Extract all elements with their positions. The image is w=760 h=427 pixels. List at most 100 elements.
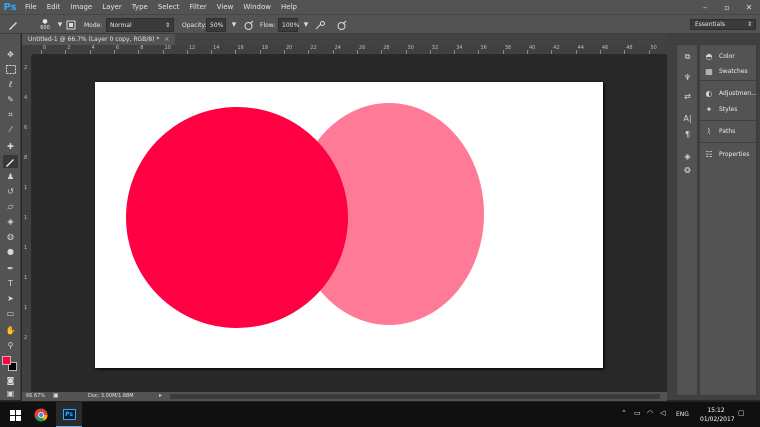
menu-image[interactable]: Image (65, 0, 97, 14)
path-selection-tool-icon[interactable]: ➤ (3, 292, 18, 305)
adjustments-panel-label: Adjustmen... (719, 89, 757, 97)
chrome-taskbar-button[interactable] (28, 402, 54, 427)
adjustments-panel-button[interactable]: ◐ Adjustmen... (703, 87, 757, 99)
color-panel-button[interactable]: ◓ Color (703, 50, 735, 62)
properties-panel-button[interactable]: ☷ Properties (703, 148, 749, 160)
opacity-input[interactable]: 50% (206, 18, 226, 32)
paragraph-panel-icon[interactable]: ¶ (681, 129, 694, 140)
blur-tool-icon[interactable]: ◍ (3, 230, 18, 243)
toggle-brush-panel-icon[interactable] (64, 18, 78, 32)
close-window-button[interactable]: ✕ (738, 0, 760, 14)
zoom-tool-icon[interactable]: ⚲ (3, 339, 18, 352)
ruler-tick (575, 50, 577, 54)
document-work-area[interactable] (32, 55, 667, 392)
eyedropper-tool-icon[interactable]: ⁄ (3, 123, 18, 136)
ruler-origin[interactable] (22, 45, 32, 55)
move-tool-icon[interactable]: ✥ (3, 48, 18, 61)
brush-tool-preset-icon[interactable] (6, 18, 20, 32)
language-indicator[interactable]: ENG (676, 411, 689, 418)
swatches-panel-icon: ▦ (705, 66, 713, 76)
styles-panel-button[interactable]: ✦ Styles (703, 103, 738, 115)
eraser-tool-icon[interactable]: ▱ (3, 200, 18, 213)
vertical-ruler[interactable]: 2 4 6 8 1 1 1 1 1 2 (22, 55, 32, 392)
marquee-tool-icon[interactable] (3, 63, 18, 76)
action-center-icon[interactable]: ▢ (738, 409, 745, 417)
clock-date[interactable]: 01/02/2017 (700, 416, 735, 423)
menu-edit[interactable]: Edit (42, 0, 66, 14)
minimize-button[interactable]: – (694, 0, 716, 14)
maximize-button[interactable]: ▫ (716, 0, 738, 14)
start-button[interactable] (2, 402, 28, 427)
status-menu-arrow-icon[interactable]: ▸ (159, 392, 162, 399)
mode-chevron-icon: ⇕ (164, 21, 170, 29)
type-tool-icon[interactable]: T (3, 277, 18, 290)
horizontal-ruler[interactable]: 0 2 4 6 8 10 12 14 16 18 20 22 24 26 28 30 32 34 36 38 40 42 4… (32, 45, 667, 55)
quick-mask-icon[interactable]: ◙ (3, 374, 18, 387)
menu-select[interactable]: Select (153, 0, 185, 14)
pressure-opacity-icon[interactable] (241, 18, 255, 32)
show-hidden-icons-icon[interactable]: ⌃ (621, 409, 627, 417)
spot-healing-tool-icon[interactable]: ✚ (3, 140, 18, 153)
rectangle-tool-icon[interactable]: ▭ (3, 307, 18, 320)
crop-tool-icon[interactable]: ⌗ (3, 108, 18, 121)
brush-presets-panel-icon[interactable]: ♆ (681, 72, 694, 83)
pen-tool-icon[interactable]: ✒ (3, 262, 18, 275)
layers-panel-icon[interactable]: ◈ (681, 151, 694, 162)
close-tab-icon[interactable]: × (164, 36, 169, 43)
ruler-label: 16 (237, 45, 244, 51)
foreground-color-swatch[interactable] (2, 356, 11, 365)
document-tab-bar: Untitled-1 @ 66.7% (Layer 0 copy, RGB/8)… (22, 34, 667, 45)
flow-chevron-icon[interactable]: ▾ (299, 18, 313, 32)
document-canvas[interactable] (95, 82, 603, 368)
channels-panel-icon[interactable]: ❂ (681, 165, 694, 176)
flow-label: Flow: (260, 21, 276, 29)
menu-window[interactable]: Window (238, 0, 276, 14)
brush-size-picker[interactable]: ● 600 (38, 17, 52, 33)
battery-icon[interactable]: ▭ (634, 409, 641, 417)
opacity-chevron-icon[interactable]: ▾ (227, 18, 241, 32)
dodge-tool-icon[interactable]: ● (3, 245, 18, 258)
hand-tool-icon[interactable]: ✋ (3, 324, 18, 337)
history-panel-icon[interactable]: ⧉ (681, 51, 694, 62)
ruler-label: 1 (24, 185, 28, 191)
menu-view[interactable]: View (212, 0, 239, 14)
ruler-tick (502, 50, 504, 54)
photoshop-taskbar-button[interactable]: Ps (56, 402, 82, 427)
swatches-panel-button[interactable]: ▦ Swatches (703, 65, 747, 77)
menu-layer[interactable]: Layer (97, 0, 127, 14)
red-circle[interactable] (126, 107, 348, 328)
ruler-tick (527, 50, 528, 54)
menu-type[interactable]: Type (127, 0, 153, 14)
history-brush-tool-icon[interactable]: ↺ (3, 185, 18, 198)
horizontal-scrollbar[interactable] (170, 394, 660, 399)
menu-file[interactable]: File (20, 0, 42, 14)
wifi-icon[interactable]: ◠ (647, 409, 653, 417)
menu-help[interactable]: Help (276, 0, 302, 14)
pressure-size-icon[interactable] (334, 18, 348, 32)
ruler-tick (284, 50, 285, 54)
screen-mode-icon[interactable]: ▣ (3, 387, 18, 400)
paint-bucket-tool-icon[interactable]: ◈ (3, 215, 18, 228)
clock-time[interactable]: 15:12 (700, 407, 732, 414)
clone-source-panel-icon[interactable]: ⇄ (681, 91, 694, 102)
lasso-tool-icon[interactable]: ℓ (3, 78, 18, 91)
ruler-label: 0 (43, 45, 47, 51)
document-tab[interactable]: Untitled-1 @ 66.7% (Layer 0 copy, RGB/8)… (22, 34, 176, 45)
status-bar: 66.67% ▣ Doc: 3.00M/1.68M ▸ (22, 392, 667, 401)
volume-icon[interactable]: ◁ (660, 409, 665, 417)
menu-filter[interactable]: Filter (184, 0, 211, 14)
airbrush-icon[interactable] (313, 18, 327, 32)
ruler-label: 28 (383, 45, 390, 51)
ruler-label: 8 (24, 155, 28, 161)
workspace-select[interactable]: Essentials ⇕ (690, 19, 756, 30)
character-panel-icon[interactable]: A| (681, 113, 694, 124)
clone-stamp-tool-icon[interactable]: ♟ (3, 170, 18, 183)
brush-tool-icon[interactable] (3, 155, 18, 168)
collapsed-panel-icons: ⧉ ♆ ⇄ A| ¶ ◈ ❂ (676, 44, 698, 396)
paths-panel-button[interactable]: ⌇ Paths (703, 125, 735, 137)
flow-input[interactable]: 100% (278, 18, 299, 32)
quick-selection-tool-icon[interactable]: ✎ (3, 93, 18, 106)
mode-select[interactable]: Normal ⇕ (106, 18, 174, 32)
zoom-level-field[interactable]: 66.67% (26, 393, 45, 399)
status-info-icon[interactable]: ▣ (53, 392, 59, 399)
